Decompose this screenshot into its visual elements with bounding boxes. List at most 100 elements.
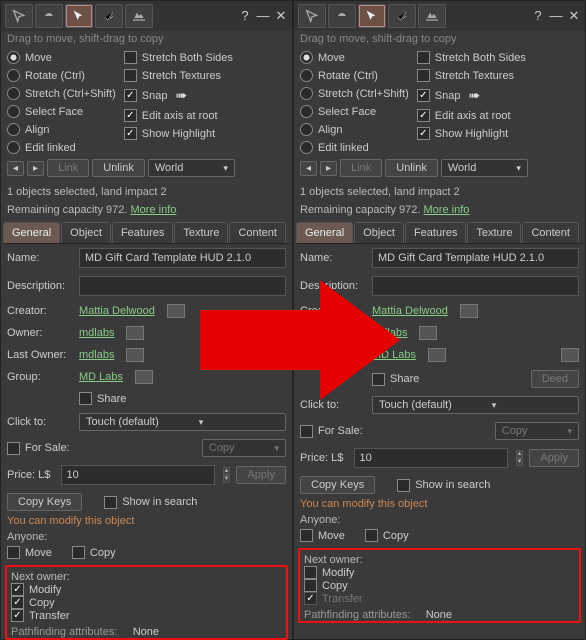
creator-pic[interactable]	[460, 304, 478, 318]
close-icon[interactable]: ✕	[567, 9, 581, 23]
price-input[interactable]	[354, 448, 508, 468]
check-next-copy[interactable]: Copy	[11, 596, 282, 609]
tab-general[interactable]: General	[296, 222, 353, 243]
tab-object[interactable]: Object	[354, 222, 404, 243]
price-input[interactable]	[61, 465, 215, 485]
close-icon[interactable]: ✕	[274, 9, 288, 23]
copy-keys-button[interactable]: Copy Keys	[300, 476, 375, 494]
tool-create[interactable]	[95, 4, 123, 28]
radio-stretch[interactable]: Stretch (Ctrl+Shift)	[7, 87, 116, 100]
link-button[interactable]: Link	[47, 159, 89, 177]
desc-input[interactable]	[79, 276, 286, 296]
tab-object[interactable]: Object	[61, 222, 111, 243]
creator-link[interactable]: Mattia Delwood	[79, 305, 155, 317]
check-show-search[interactable]: Show in search	[104, 496, 197, 509]
apply-button[interactable]: Apply	[529, 449, 579, 467]
desc-input[interactable]	[372, 276, 579, 296]
owner-pic[interactable]	[419, 326, 437, 340]
tab-features[interactable]: Features	[405, 222, 466, 243]
snap-options-icon[interactable]: ➠	[468, 87, 480, 104]
owner-link[interactable]: mdlabs	[79, 327, 114, 339]
apply-button[interactable]: Apply	[236, 466, 286, 484]
help-icon[interactable]: ?	[531, 9, 545, 23]
minimize-icon[interactable]: —	[549, 9, 563, 23]
group-pic[interactable]	[135, 370, 153, 384]
check-anyone-copy[interactable]: Copy	[365, 529, 409, 542]
snap-options-icon[interactable]: ➠	[175, 87, 187, 104]
more-info-link[interactable]: More info	[424, 204, 470, 216]
tab-features[interactable]: Features	[112, 222, 173, 243]
check-share[interactable]: Share	[79, 392, 126, 405]
check-highlight[interactable]: Show Highlight	[124, 127, 233, 140]
more-info-link[interactable]: More info	[131, 204, 177, 216]
tool-move[interactable]	[328, 4, 356, 28]
group-link[interactable]: MD Labs	[79, 371, 123, 383]
check-next-transfer[interactable]: Transfer	[11, 609, 282, 622]
prev-link-button[interactable]: ◂	[7, 161, 24, 176]
sale-type-select[interactable]: Copy	[495, 422, 579, 440]
check-next-modify[interactable]: Modify	[11, 583, 282, 596]
check-both-sides[interactable]: Stretch Both Sides	[417, 51, 526, 64]
tab-general[interactable]: General	[3, 222, 60, 243]
check-forsale[interactable]: For Sale:	[300, 425, 363, 438]
check-axis-root[interactable]: Edit axis at root	[417, 109, 526, 122]
copy-keys-button[interactable]: Copy Keys	[7, 493, 82, 511]
check-next-modify[interactable]: Modify	[304, 566, 575, 579]
last-owner-link[interactable]: mdlabs	[79, 349, 114, 361]
check-forsale[interactable]: For Sale:	[7, 442, 70, 455]
minimize-icon[interactable]: —	[256, 9, 270, 23]
radio-align[interactable]: Align	[7, 123, 116, 136]
check-anyone-copy[interactable]: Copy	[72, 546, 116, 559]
unlink-button[interactable]: Unlink	[92, 159, 145, 177]
coord-select[interactable]: World	[441, 159, 528, 177]
tab-texture[interactable]: Texture	[174, 222, 228, 243]
tab-texture[interactable]: Texture	[467, 222, 521, 243]
creator-link[interactable]: Mattia Delwood	[372, 305, 448, 317]
check-anyone-move[interactable]: Move	[7, 546, 52, 559]
link-button[interactable]: Link	[340, 159, 382, 177]
help-icon[interactable]: ?	[238, 9, 252, 23]
tab-content[interactable]: Content	[229, 222, 286, 243]
tab-content[interactable]: Content	[522, 222, 579, 243]
tool-focus[interactable]	[298, 4, 326, 28]
name-input[interactable]	[79, 248, 286, 268]
radio-rotate[interactable]: Rotate (Ctrl)	[300, 69, 409, 82]
tool-edit[interactable]	[358, 4, 386, 28]
tool-create[interactable]	[388, 4, 416, 28]
click-select[interactable]: Touch (default)	[372, 396, 579, 414]
check-share[interactable]: Share	[372, 373, 419, 386]
group-pic[interactable]	[428, 348, 446, 362]
radio-face[interactable]: Select Face	[7, 105, 116, 118]
unlink-button[interactable]: Unlink	[385, 159, 438, 177]
next-link-button[interactable]: ▸	[27, 161, 44, 176]
check-show-search[interactable]: Show in search	[397, 479, 490, 492]
group-edit-icon[interactable]	[561, 348, 579, 362]
check-both-sides[interactable]: Stretch Both Sides	[124, 51, 233, 64]
check-axis-root[interactable]: Edit axis at root	[124, 109, 233, 122]
radio-rotate[interactable]: Rotate (Ctrl)	[7, 69, 116, 82]
radio-face[interactable]: Select Face	[300, 105, 409, 118]
radio-linked[interactable]: Edit linked	[7, 141, 116, 154]
last-owner-pic[interactable]	[126, 348, 144, 362]
sale-type-select[interactable]: Copy	[202, 439, 286, 457]
radio-move[interactable]: Move	[7, 51, 116, 64]
check-highlight[interactable]: Show Highlight	[417, 127, 526, 140]
check-snap[interactable]: Snap	[124, 89, 168, 102]
check-anyone-move[interactable]: Move	[300, 529, 345, 542]
radio-linked[interactable]: Edit linked	[300, 141, 409, 154]
tool-land[interactable]	[418, 4, 446, 28]
creator-pic[interactable]	[167, 304, 185, 318]
tool-move[interactable]	[35, 4, 63, 28]
check-next-copy[interactable]: Copy	[304, 579, 575, 592]
check-snap[interactable]: Snap	[417, 89, 461, 102]
owner-link[interactable]: mdlabs	[372, 327, 407, 339]
click-select[interactable]: Touch (default)	[79, 413, 286, 431]
coord-select[interactable]: World	[148, 159, 235, 177]
check-textures[interactable]: Stretch Textures	[124, 69, 233, 82]
tool-focus[interactable]	[5, 4, 33, 28]
name-input[interactable]	[372, 248, 579, 268]
radio-move[interactable]: Move	[300, 51, 409, 64]
prev-link-button[interactable]: ◂	[300, 161, 317, 176]
next-link-button[interactable]: ▸	[320, 161, 337, 176]
tool-edit[interactable]	[65, 4, 93, 28]
